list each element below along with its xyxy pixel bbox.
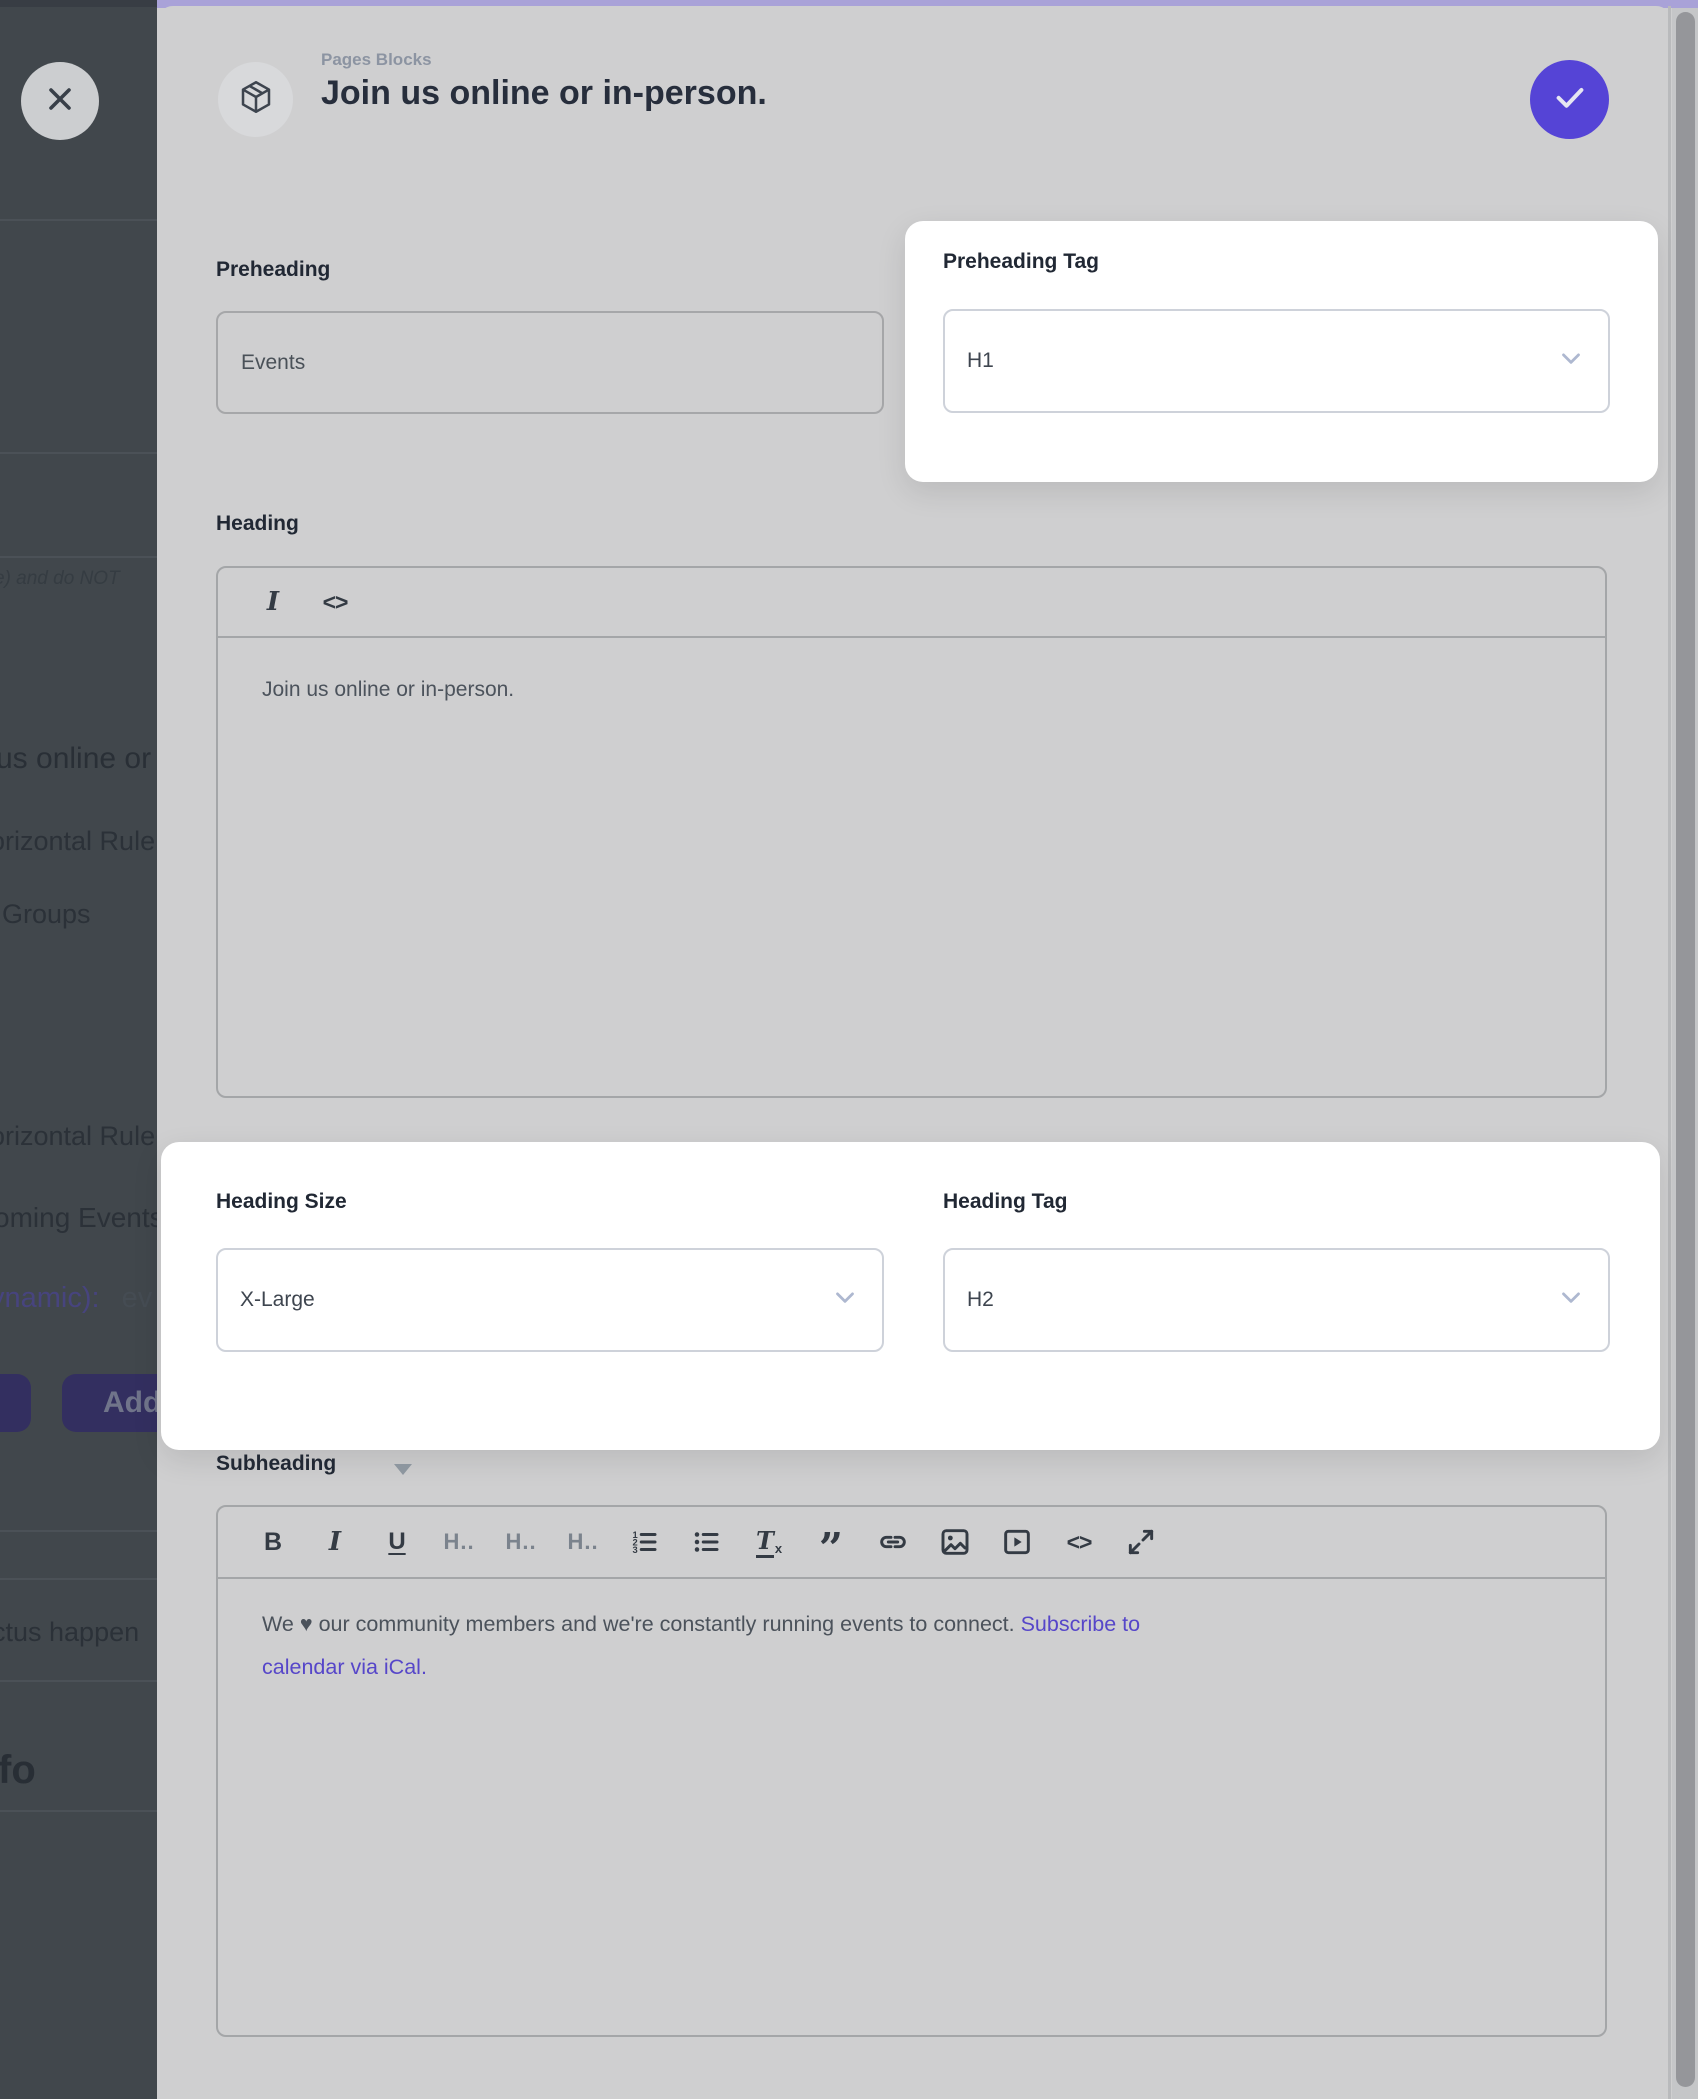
background-item: orizontal Rule bbox=[0, 826, 155, 857]
divider bbox=[0, 1810, 157, 1812]
heading2-icon[interactable]: H.. bbox=[504, 1525, 538, 1559]
heading-size-card: Heading Size X-Large Heading Tag H2 bbox=[161, 1142, 1660, 1450]
image-icon[interactable] bbox=[938, 1525, 972, 1559]
subheading-label: Subheading bbox=[216, 1452, 336, 1476]
heading-label: Heading bbox=[216, 512, 299, 536]
video-icon[interactable] bbox=[1000, 1525, 1034, 1559]
blockquote-icon[interactable]: ” bbox=[814, 1518, 848, 1566]
preheading-tag-label: Preheading Tag bbox=[943, 250, 1099, 274]
background-item: oming Events bbox=[0, 1202, 157, 1234]
heading-tag-label: Heading Tag bbox=[943, 1190, 1067, 1214]
heading-editor[interactable]: I <> Join us online or in-person. bbox=[216, 566, 1607, 1098]
subscribe-link[interactable]: calendar via iCal. bbox=[262, 1655, 427, 1679]
ordered-list-icon[interactable]: 123 bbox=[628, 1525, 662, 1559]
divider bbox=[0, 1680, 157, 1682]
heading-tag-value: H2 bbox=[967, 1288, 994, 1312]
bold-icon[interactable]: B bbox=[256, 1525, 290, 1559]
divider bbox=[0, 452, 157, 454]
link-icon[interactable] bbox=[876, 1525, 910, 1559]
subheading-editor-content[interactable]: We ♥ our community members and we're con… bbox=[262, 1603, 1522, 1689]
divider bbox=[0, 556, 157, 558]
preheading-label: Preheading bbox=[216, 258, 330, 282]
heading-tag-select[interactable]: H2 bbox=[943, 1248, 1610, 1352]
subscribe-link[interactable]: Subscribe to bbox=[1021, 1612, 1141, 1636]
breadcrumb-eyebrow: Pages Blocks bbox=[321, 50, 432, 70]
background-item: ctus happen bbox=[0, 1617, 139, 1648]
preheading-tag-card: Preheading Tag H1 bbox=[905, 221, 1658, 482]
clear-format-icon[interactable]: Tx bbox=[752, 1525, 786, 1559]
preheading-tag-value: H1 bbox=[967, 349, 994, 373]
heading-size-label: Heading Size bbox=[216, 1190, 347, 1214]
code-icon[interactable]: <> bbox=[318, 585, 352, 619]
preheading-tag-select[interactable]: H1 bbox=[943, 309, 1610, 413]
dynamic-value: ev bbox=[122, 1282, 153, 1314]
scrollbar-thumb[interactable] bbox=[1676, 12, 1695, 2087]
divider bbox=[0, 1578, 157, 1580]
panel-edge-shadow bbox=[1668, 6, 1671, 2099]
add-button-label: Add bbox=[62, 1374, 157, 1432]
svg-text:3: 3 bbox=[633, 1545, 638, 1555]
subheading-editor-toolbar: B I U H.. H.. H.. 123 Tx ” <> bbox=[218, 1507, 1605, 1579]
background-item: Groups bbox=[2, 899, 91, 930]
underline-icon[interactable]: U bbox=[380, 1525, 414, 1559]
preheading-input[interactable]: Events bbox=[216, 311, 884, 414]
expand-icon[interactable] bbox=[1124, 1525, 1158, 1559]
italic-icon[interactable]: I bbox=[318, 1525, 352, 1559]
caret-down-icon[interactable] bbox=[394, 1464, 412, 1475]
divider bbox=[0, 1530, 157, 1532]
heading-editor-content[interactable]: Join us online or in-person. bbox=[262, 678, 514, 702]
divider bbox=[0, 219, 157, 221]
block-type-avatar bbox=[218, 62, 293, 137]
preheading-value: Events bbox=[241, 351, 305, 375]
heading1-icon[interactable]: H.. bbox=[442, 1525, 476, 1559]
save-button[interactable] bbox=[1530, 60, 1609, 139]
background-button-partial bbox=[0, 1374, 31, 1432]
subheading-editor[interactable]: B I U H.. H.. H.. 123 Tx ” <> We ♥ our c… bbox=[216, 1505, 1607, 2037]
heading3-icon[interactable]: H.. bbox=[566, 1525, 600, 1559]
close-button[interactable] bbox=[21, 62, 99, 140]
check-icon bbox=[1549, 76, 1591, 123]
background-note-text: e) and do NOT bbox=[0, 568, 120, 590]
heading-editor-toolbar: I <> bbox=[218, 568, 1605, 638]
background-section-heading: fo bbox=[0, 1748, 36, 1793]
page-title: Join us online or in-person. bbox=[321, 74, 767, 113]
heading-size-value: X-Large bbox=[240, 1288, 315, 1312]
dynamic-label: ynamic): bbox=[0, 1282, 100, 1314]
code-icon[interactable]: <> bbox=[1062, 1525, 1096, 1559]
background-item: orizontal Rule bbox=[0, 1121, 155, 1152]
subheading-text: We ♥ our community members and we're con… bbox=[262, 1612, 1021, 1636]
heading-size-select[interactable]: X-Large bbox=[216, 1248, 884, 1352]
italic-icon[interactable]: I bbox=[256, 585, 290, 619]
sidebar-top-shade bbox=[0, 0, 157, 7]
chevron-down-icon bbox=[1556, 343, 1586, 379]
background-dynamic-row: ynamic): ev bbox=[0, 1282, 152, 1315]
bullet-list-icon[interactable] bbox=[690, 1525, 724, 1559]
add-button: Add bbox=[62, 1374, 157, 1432]
cube-icon bbox=[237, 78, 275, 121]
background-item: us online or i bbox=[0, 742, 157, 776]
chevron-down-icon bbox=[1556, 1282, 1586, 1318]
background-sidebar: e) and do NOT us online or i orizontal R… bbox=[0, 0, 157, 2099]
chevron-down-icon bbox=[830, 1282, 860, 1318]
close-icon bbox=[42, 81, 78, 122]
